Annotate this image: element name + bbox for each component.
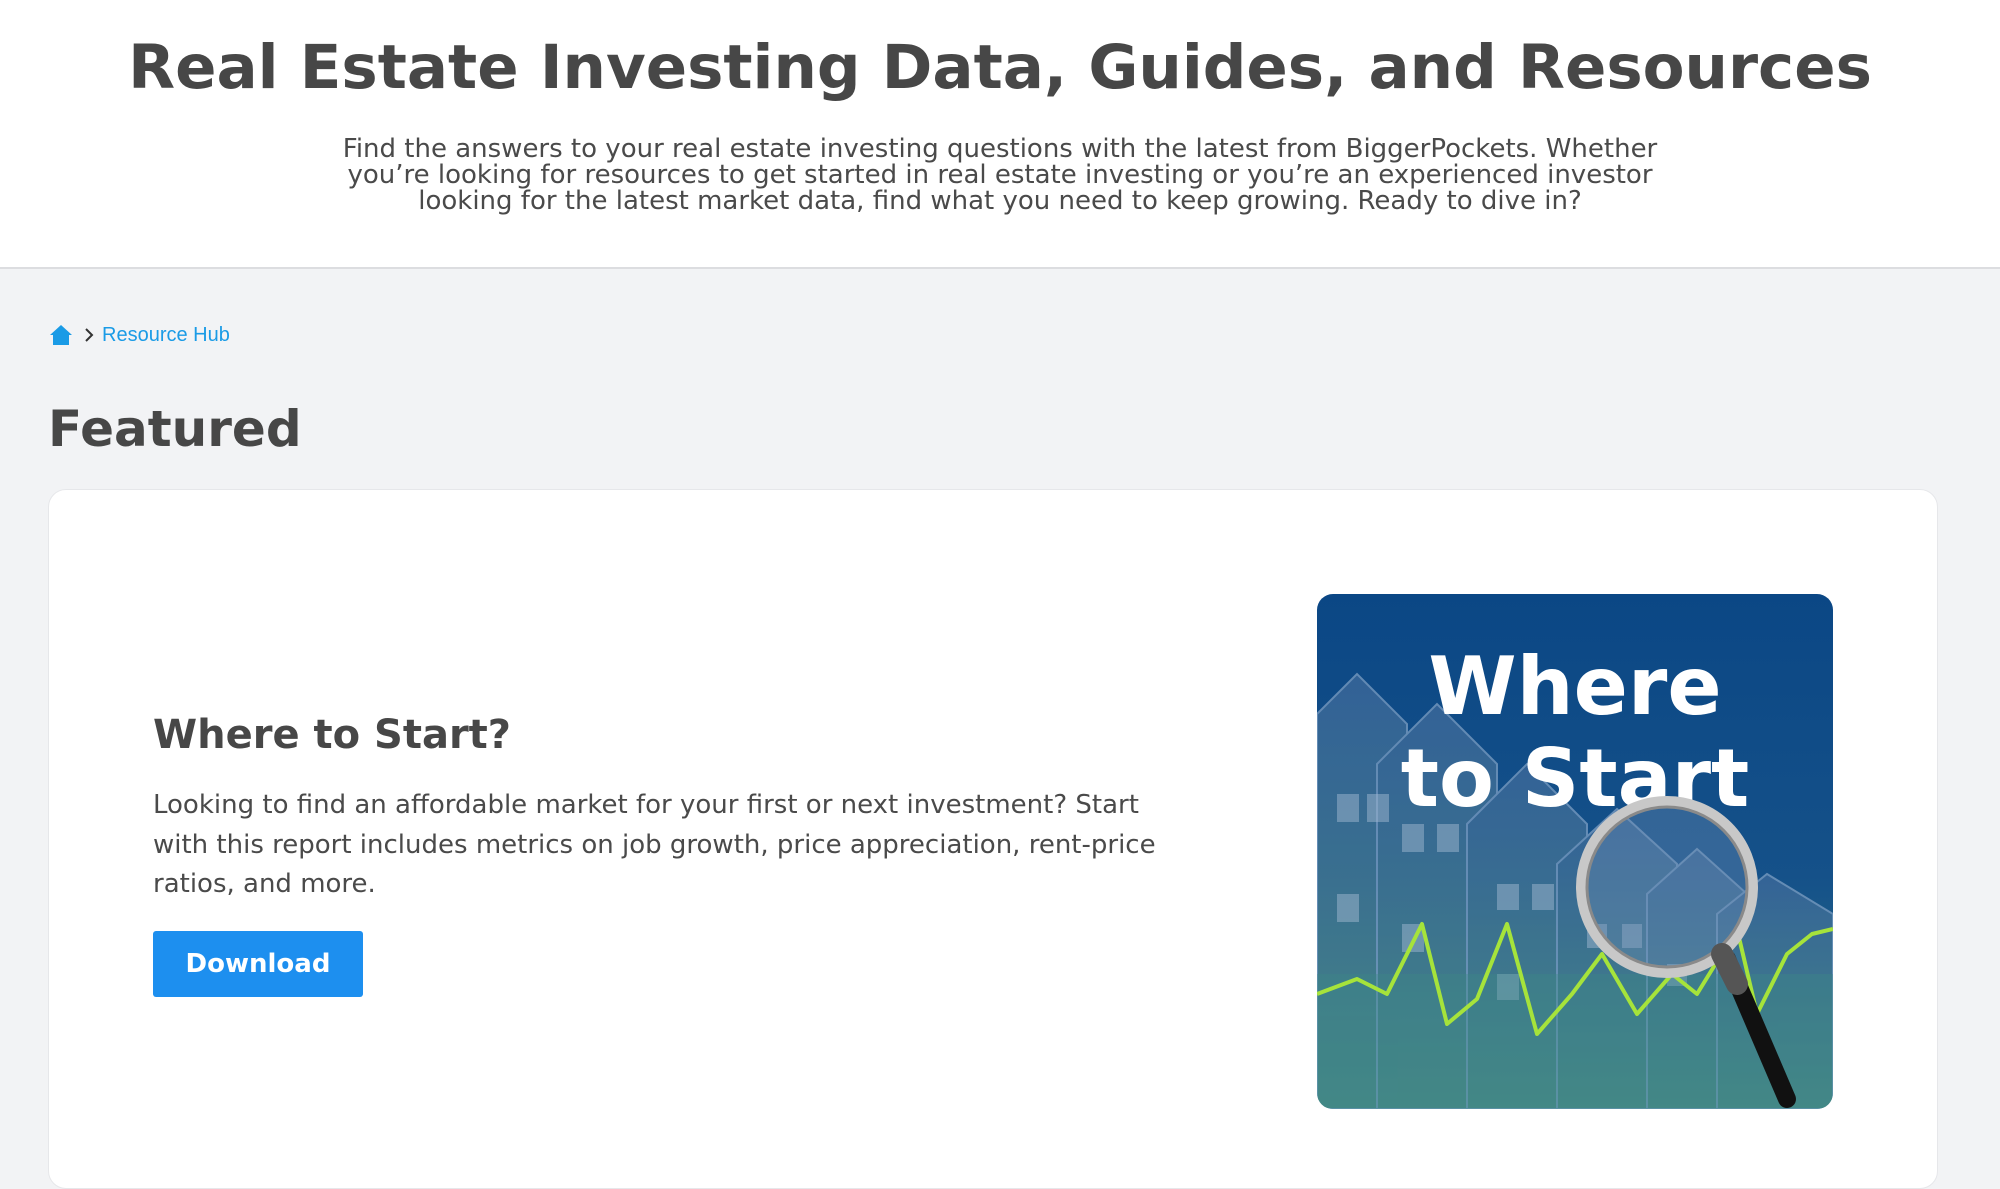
where-to-start-cover-image[interactable]: Where to Start [1317, 594, 1833, 1109]
card-description: Looking to find an affordable market for… [153, 790, 1156, 899]
card-title: Where to Start? [153, 712, 512, 758]
page-description: Find the answers to your real estate inv… [342, 134, 1658, 216]
home-icon[interactable] [48, 322, 74, 348]
page-header: Real Estate Investing Data, Guides, and … [0, 0, 2000, 269]
download-button[interactable]: Download [153, 931, 363, 997]
featured-card: Where to Start? Looking to find an affor… [48, 489, 1938, 1189]
chevron-right-icon [85, 328, 94, 342]
cover-title-line1: Where [1428, 640, 1721, 733]
breadcrumb: Resource Hub [48, 320, 230, 350]
breadcrumb-link-resource-hub[interactable]: Resource Hub [102, 324, 230, 347]
featured-heading: Featured [48, 400, 302, 458]
page-title: Real Estate Investing Data, Guides, and … [128, 32, 1872, 103]
